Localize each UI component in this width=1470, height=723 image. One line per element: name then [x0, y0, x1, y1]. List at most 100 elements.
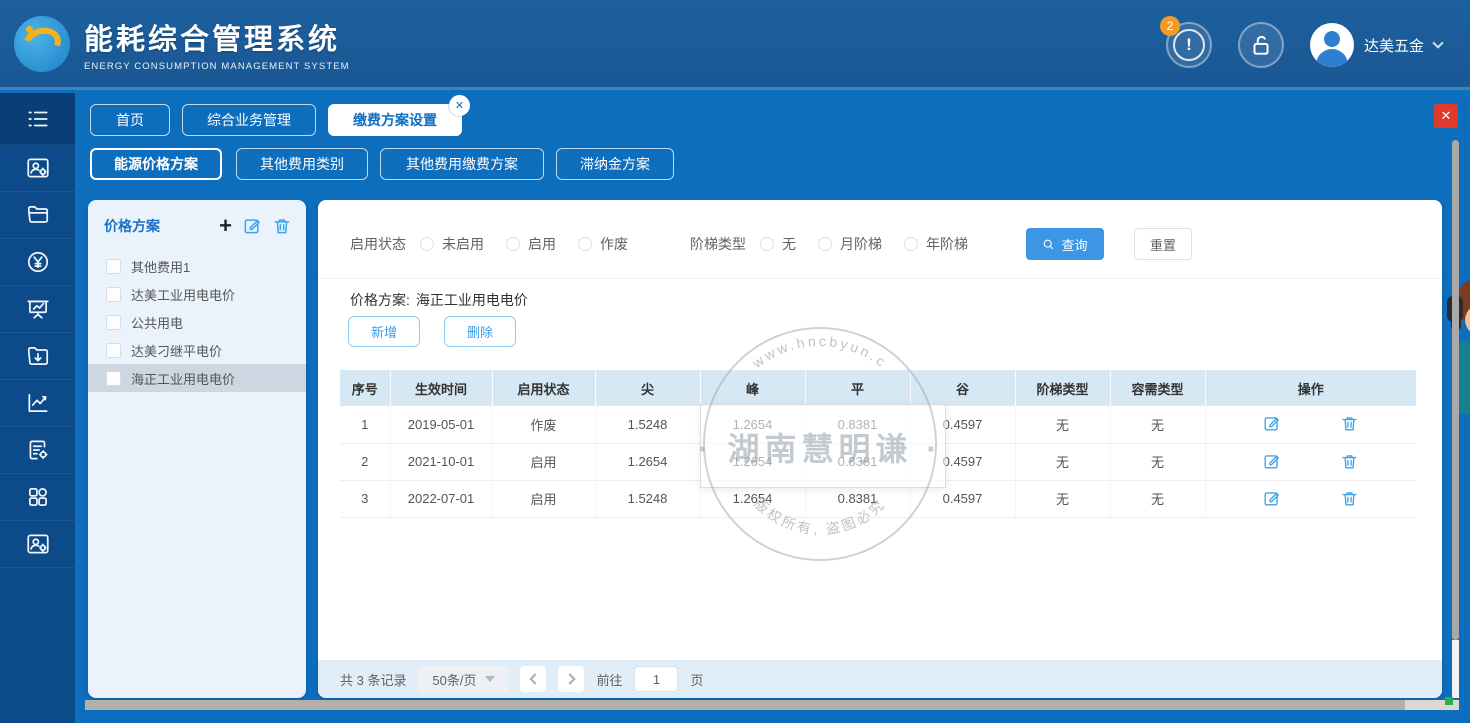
radio-icon[interactable] [506, 237, 520, 251]
page-size-value: 50条/页 [432, 670, 476, 689]
pagination-bar: 共 3 条记录 50条/页 前往 页 [318, 660, 1442, 698]
plan-list-item[interactable]: 其他费用1 [88, 252, 306, 280]
tab-home[interactable]: 首页 [90, 104, 170, 136]
checkbox[interactable] [106, 315, 121, 330]
subtab-other-fee-category[interactable]: 其他费用类别 [236, 148, 368, 180]
delete-button[interactable]: 删除 [444, 316, 516, 347]
plan-list-item-selected[interactable]: 海正工业用电电价 [88, 364, 306, 392]
subtab-late-fee-plan[interactable]: 滞纳金方案 [556, 148, 674, 180]
sidebar-item-user-settings[interactable] [0, 145, 75, 192]
notifications-button[interactable]: ! 2 [1166, 22, 1212, 68]
exclamation-icon: ! [1173, 29, 1205, 61]
radio-icon[interactable] [904, 237, 918, 251]
tab-payment-plan-settings[interactable]: 缴费方案设置 ✕ [328, 104, 462, 136]
checkbox[interactable] [106, 371, 121, 386]
radio-label: 年阶梯 [926, 234, 968, 254]
panel-header: 价格方案 + [88, 200, 306, 248]
delete-row-button[interactable] [1340, 414, 1360, 434]
goto-label: 前往 [596, 670, 622, 689]
presentation-chart-icon [25, 296, 51, 322]
page-number-input[interactable] [634, 666, 678, 692]
sidebar-item-report-settings[interactable] [0, 427, 75, 474]
col-valley: 谷 [910, 370, 1015, 406]
tab-business-management[interactable]: 综合业务管理 [182, 104, 316, 136]
delete-plan-button[interactable] [272, 216, 292, 236]
cell: 1.5248 [595, 480, 700, 517]
sidebar-item-export[interactable] [0, 333, 75, 380]
user-menu[interactable]: 达美五金 [1310, 23, 1442, 67]
logo-icon [14, 16, 70, 72]
edit-row-button[interactable] [1262, 489, 1282, 509]
sidebar-item-files[interactable] [0, 192, 75, 239]
radio-label: 作废 [600, 234, 628, 254]
lock-button[interactable] [1238, 22, 1284, 68]
table-row: 1 2019-05-01 作废 1.5248 1.2654 0.8381 0.4… [340, 406, 1416, 443]
cell: 无 [1110, 480, 1205, 517]
query-button[interactable]: 查询 [1026, 228, 1104, 260]
table-header-row: 序号 生效时间 启用状态 尖 峰 平 谷 阶梯类型 容需类型 操作 [340, 370, 1416, 406]
price-plan-panel: 价格方案 + 其他费用1 达美工业用电电价 [88, 200, 306, 698]
trash-icon [1340, 414, 1359, 433]
icon-rail [0, 93, 75, 723]
radio-enabled[interactable]: 启用 [506, 234, 556, 254]
add-button[interactable]: 新增 [348, 316, 420, 347]
radio-not-enabled[interactable]: 未启用 [420, 234, 484, 254]
sidebar-item-user-settings-2[interactable] [0, 521, 75, 568]
radio-icon[interactable] [578, 237, 592, 251]
cell: 0.8381 [805, 443, 910, 480]
next-page-button[interactable] [558, 666, 584, 692]
edit-row-button[interactable] [1262, 452, 1282, 472]
app-logo: 能耗综合管理系统 ENERGY CONSUMPTION MANAGEMENT S… [14, 16, 350, 72]
plan-list-item[interactable]: 达美工业用电电价 [88, 280, 306, 308]
total-records: 共 3 条记录 [340, 670, 406, 689]
col-sharp: 尖 [595, 370, 700, 406]
close-page-button[interactable]: ✕ [1434, 104, 1458, 128]
logo-dot [26, 26, 33, 33]
sidebar-item-dashboard[interactable] [0, 286, 75, 333]
subtab-energy-price-plan[interactable]: 能源价格方案 [90, 148, 222, 180]
radio-tier-yearly[interactable]: 年阶梯 [904, 234, 968, 254]
plan-list-item[interactable]: 公共用电 [88, 308, 306, 336]
vertical-scrollbar[interactable] [1452, 140, 1459, 640]
edit-row-button[interactable] [1262, 414, 1282, 434]
current-plan-label: 价格方案: [350, 292, 410, 308]
reset-button[interactable]: 重置 [1134, 228, 1192, 260]
radio-tier-monthly[interactable]: 月阶梯 [818, 234, 882, 254]
cell: 1.2654 [700, 443, 805, 480]
radio-icon[interactable] [818, 237, 832, 251]
prev-page-button[interactable] [520, 666, 546, 692]
delete-row-button[interactable] [1340, 489, 1360, 509]
search-icon [1042, 238, 1055, 251]
cell: 2 [340, 443, 390, 480]
sidebar-item-menu[interactable] [0, 93, 75, 145]
checkbox[interactable] [106, 259, 121, 274]
tab-close-icon[interactable]: ✕ [449, 95, 470, 116]
plan-list-item[interactable]: 达美刁继平电价 [88, 336, 306, 364]
radio-tier-none[interactable]: 无 [760, 234, 796, 254]
line-chart-icon [25, 390, 51, 416]
edit-icon [1262, 489, 1281, 508]
grid-apps-icon [25, 484, 51, 510]
delete-row-button[interactable] [1340, 452, 1360, 472]
add-plan-button[interactable]: + [219, 217, 232, 235]
col-flat: 平 [805, 370, 910, 406]
checkbox[interactable] [106, 287, 121, 302]
plan-item-label: 达美刁继平电价 [131, 341, 222, 360]
sidebar-item-analytics[interactable] [0, 380, 75, 427]
subtab-other-fee-payment-plan[interactable]: 其他费用缴费方案 [380, 148, 544, 180]
avatar [1310, 23, 1354, 67]
cell: 0.4597 [910, 406, 1015, 443]
notification-badge: 2 [1160, 16, 1180, 36]
edit-plan-button[interactable] [242, 216, 262, 236]
cell: 0.8381 [805, 406, 910, 443]
page-size-select[interactable]: 50条/页 [418, 666, 508, 692]
radio-icon[interactable] [760, 237, 774, 251]
radio-icon[interactable] [420, 237, 434, 251]
radio-voided[interactable]: 作废 [578, 234, 628, 254]
sidebar-item-modules[interactable] [0, 474, 75, 521]
checkbox[interactable] [106, 343, 121, 358]
sidebar-item-payment[interactable] [0, 239, 75, 286]
close-icon: ✕ [1441, 108, 1452, 124]
horizontal-scrollbar[interactable] [85, 700, 1405, 710]
caret-down-icon [485, 676, 495, 682]
